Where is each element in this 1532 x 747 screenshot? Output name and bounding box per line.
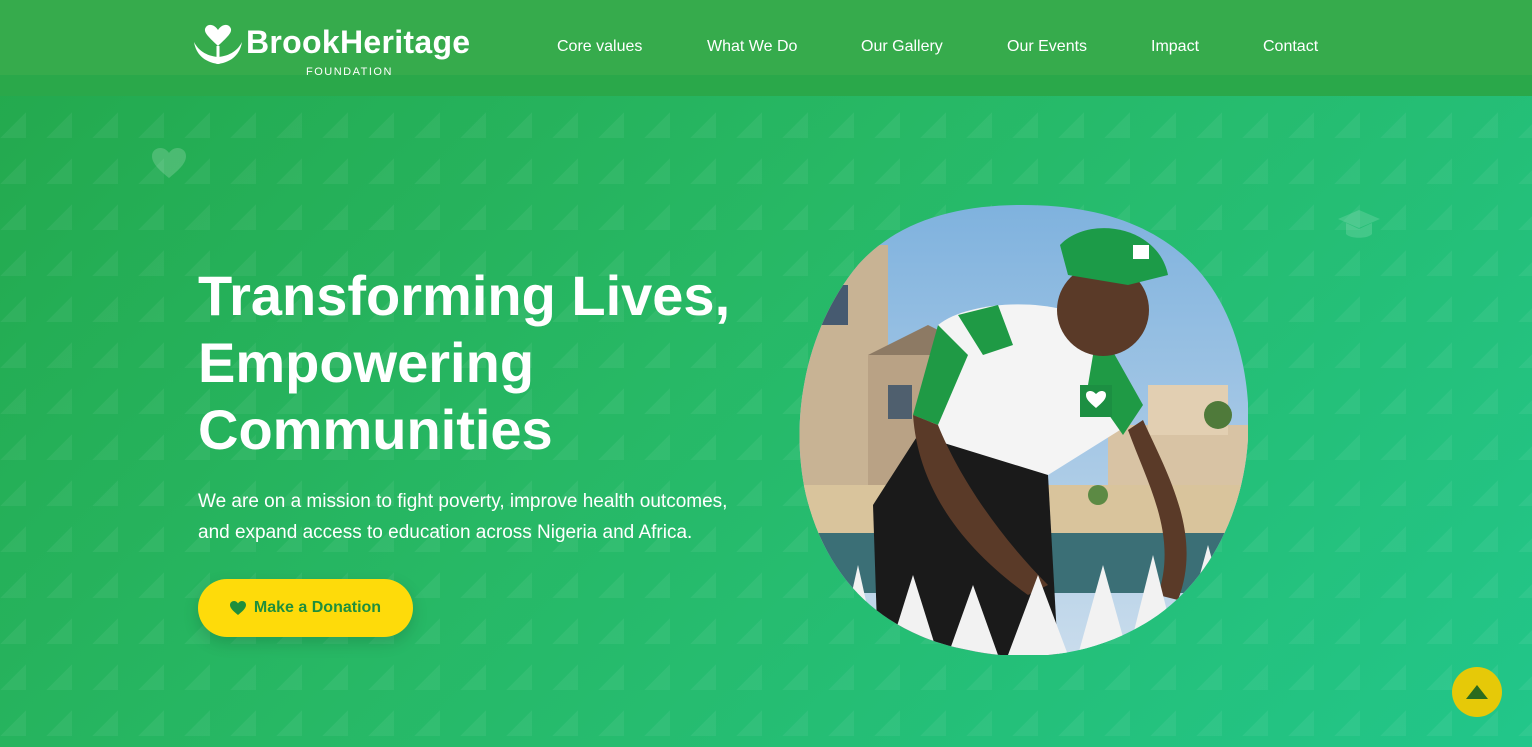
site-header: BrookHeritage FOUNDATION Core values Wha…	[0, 0, 1532, 96]
volunteer-photo	[799, 205, 1248, 655]
nav-impact[interactable]: Impact	[1151, 38, 1199, 56]
nav-our-events[interactable]: Our Events	[1007, 38, 1087, 56]
make-donation-label: Make a Donation	[253, 599, 382, 616]
hero-description: We are on a mission to fight poverty, im…	[198, 491, 728, 543]
hero-title-line: Empowering	[198, 331, 535, 394]
heart-icon	[229, 601, 246, 615]
heart-icon	[152, 148, 186, 178]
hero-title: Transforming Lives, Empowering Communiti…	[198, 262, 778, 463]
nav-what-we-do[interactable]: What We Do	[707, 38, 797, 56]
main-nav: Core values What We Do Our Gallery Our E…	[0, 38, 1532, 58]
nav-contact[interactable]: Contact	[1263, 38, 1318, 56]
arrow-up-icon	[1466, 685, 1488, 699]
logo-subtitle: FOUNDATION	[306, 66, 393, 78]
nav-core-values[interactable]: Core values	[557, 38, 642, 56]
hero-title-line: Communities	[198, 398, 553, 461]
nav-our-gallery[interactable]: Our Gallery	[861, 38, 943, 56]
hero-title-line: Transforming Lives,	[198, 264, 731, 327]
scroll-to-top-button[interactable]	[1452, 667, 1502, 717]
graduation-cap-icon	[1338, 210, 1380, 238]
make-donation-button[interactable]: Make a Donation	[198, 579, 413, 637]
